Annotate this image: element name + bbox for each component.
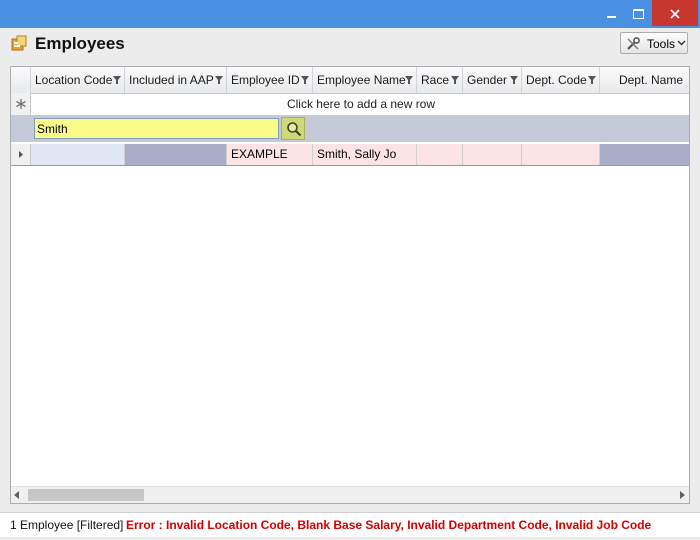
cell-location-code[interactable] xyxy=(31,144,125,165)
column-header-employee-name[interactable]: Employee Name xyxy=(313,67,417,93)
filter-icon[interactable] xyxy=(215,76,223,84)
cell-employee-name[interactable]: Smith, Sally Jo xyxy=(313,144,417,165)
column-label: Gender xyxy=(467,73,508,87)
filter-icon[interactable] xyxy=(451,76,459,84)
column-header-race[interactable]: Race xyxy=(417,67,463,93)
column-label: Dept. Code xyxy=(526,73,587,87)
chevron-down-icon xyxy=(677,40,686,46)
column-header-gender[interactable]: Gender xyxy=(463,67,522,93)
column-header-included-in-aap[interactable]: Included in AAP xyxy=(125,67,227,93)
tools-wrench-icon xyxy=(627,37,640,50)
cell-employee-id[interactable]: EXAMPLE xyxy=(227,144,313,165)
maximize-icon xyxy=(632,9,644,20)
filter-icon[interactable] xyxy=(113,76,121,84)
row-indicator[interactable] xyxy=(11,144,31,165)
add-new-row[interactable]: Click here to add a new row xyxy=(11,93,689,116)
search-button[interactable] xyxy=(281,117,305,140)
filter-icon[interactable] xyxy=(510,76,518,84)
column-header-dept-code[interactable]: Dept. Code xyxy=(522,67,600,93)
column-label: Included in AAP xyxy=(129,73,214,87)
cell-gender[interactable] xyxy=(463,144,522,165)
scroll-right-icon[interactable] xyxy=(678,491,686,499)
cell-dept-code[interactable] xyxy=(522,144,600,165)
page-header: Employees Tools xyxy=(0,28,700,64)
filter-icon[interactable] xyxy=(301,76,309,84)
cell-dept-name[interactable] xyxy=(600,144,689,165)
error-message: Error : Invalid Location Code, Blank Bas… xyxy=(126,518,652,532)
column-label: Employee ID xyxy=(231,73,300,87)
filter-icon[interactable] xyxy=(405,76,413,84)
filter-icon[interactable] xyxy=(588,76,596,84)
column-header-employee-id[interactable]: Employee ID xyxy=(227,67,313,93)
column-label: Race xyxy=(421,73,450,87)
tools-label: Tools xyxy=(647,37,676,51)
cell-included-in-aap[interactable] xyxy=(125,144,227,165)
column-header-location-code[interactable]: Location Code xyxy=(31,67,125,93)
close-button[interactable] xyxy=(652,0,698,26)
search-input[interactable] xyxy=(34,118,279,139)
column-header-dept-name[interactable]: Dept. Name xyxy=(600,67,689,93)
cell-race[interactable] xyxy=(417,144,463,165)
title-bar xyxy=(0,0,700,28)
maximize-button[interactable] xyxy=(625,0,651,26)
table-row[interactable]: EXAMPLE Smith, Sally Jo xyxy=(11,144,689,166)
row-indicator-header xyxy=(11,67,31,93)
scroll-left-icon[interactable] xyxy=(13,491,21,499)
search-filter-row xyxy=(11,115,689,142)
current-row-arrow-icon xyxy=(19,151,23,158)
minimize-button[interactable] xyxy=(598,0,624,26)
scrollbar-thumb[interactable] xyxy=(28,489,144,501)
grid-header-row: Location Code Included in AAP Employee I… xyxy=(11,67,689,94)
asterisk-icon xyxy=(16,99,26,109)
close-icon xyxy=(670,9,680,19)
horizontal-scrollbar[interactable] xyxy=(11,486,689,503)
search-icon xyxy=(287,122,302,137)
employees-app-icon xyxy=(11,35,27,51)
tools-menu-button[interactable]: Tools xyxy=(620,32,688,54)
column-label: Dept. Name xyxy=(618,73,683,87)
record-count: 1 Employee [Filtered] xyxy=(10,518,124,532)
column-label: Location Code xyxy=(35,73,113,87)
new-row-indicator xyxy=(11,93,31,115)
minimize-icon xyxy=(606,16,616,19)
column-label: Employee Name xyxy=(317,73,406,87)
employees-grid: Location Code Included in AAP Employee I… xyxy=(10,66,690,504)
page-title: Employees xyxy=(35,34,125,53)
add-new-row-text: Click here to add a new row xyxy=(286,97,436,111)
status-bar: 1 Employee [Filtered] Error : Invalid Lo… xyxy=(0,512,700,537)
